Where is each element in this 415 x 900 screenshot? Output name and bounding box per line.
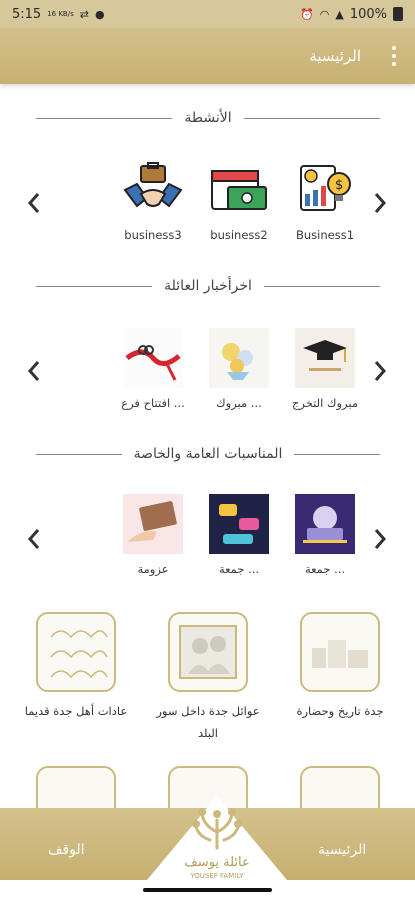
- item-caption: افتتاح فرع ...: [121, 396, 185, 410]
- section-header-activities: الأنشطة: [36, 110, 380, 126]
- item-caption: جمعة ...: [304, 562, 346, 576]
- business-growth-icon: $: [295, 160, 355, 220]
- eid-mubarak-image: [209, 494, 269, 554]
- status-bar: 5:15 16 KB/s ⇄ ● ⏰ ◠ ▲ 100%: [0, 0, 415, 28]
- section-header-occasions: المناسبات العامة والخاصة: [36, 446, 380, 462]
- scroll-left-arrow-icon[interactable]: [24, 356, 44, 386]
- scroll-right-arrow-icon[interactable]: [370, 356, 390, 386]
- invitation-card-image: [123, 494, 183, 554]
- status-time: 5:15: [12, 6, 42, 22]
- battery-level: 100%: [349, 6, 387, 22]
- flowers-image: [209, 328, 269, 388]
- home-indicator[interactable]: [143, 888, 272, 892]
- usb-icon: ⇄: [79, 7, 89, 21]
- alarm-icon: ⏰: [300, 7, 314, 21]
- scroll-left-arrow-icon[interactable]: [24, 524, 44, 554]
- item-caption: جمعة ...: [218, 562, 260, 576]
- overflow-menu-icon[interactable]: [387, 45, 401, 67]
- tile-jeddah-customs[interactable]: عادات أهل جدة قديما: [16, 612, 136, 722]
- news-item-congrats[interactable]: مبروك ...: [198, 328, 280, 410]
- nav-home[interactable]: الرئيسية: [318, 842, 366, 858]
- arabesque-pattern-icon: [36, 612, 116, 692]
- news-item-graduation[interactable]: مبروك التخرج: [284, 328, 366, 410]
- scroll-left-arrow-icon[interactable]: [24, 188, 44, 218]
- scroll-right-arrow-icon[interactable]: [370, 524, 390, 554]
- app-notification-icon: ●: [94, 7, 105, 21]
- occasion-item-gathering[interactable]: جمعة ...: [284, 494, 366, 576]
- logo-arabic-text: عائلة يوسف: [184, 855, 249, 870]
- signal-icon: ▲: [335, 7, 344, 21]
- item-caption: مبروك التخرج: [291, 396, 359, 410]
- calendar-money-icon: [209, 160, 269, 220]
- section-header-family-news: اخرأخبار العائلة: [36, 278, 381, 294]
- page-title: الرئيسية: [309, 47, 361, 65]
- graduation-cap-image: [295, 328, 355, 388]
- occasion-item-eid[interactable]: جمعة ...: [198, 494, 280, 576]
- tile-jeddah-families[interactable]: عوائل جدة داخل سور البلد: [148, 612, 268, 744]
- ribbon-cutting-image: [123, 328, 183, 388]
- svg-text:$: $: [335, 178, 343, 193]
- family-logo[interactable]: عائلة يوسف YOUSEF FAMILY: [142, 790, 292, 886]
- item-caption: مبروك ...: [216, 396, 262, 410]
- section-title: الأنشطة: [184, 110, 232, 126]
- occasion-item-invitation[interactable]: عزومة: [112, 494, 194, 576]
- net-speed: 16 KB/s: [47, 10, 74, 18]
- scroll-right-arrow-icon[interactable]: [370, 188, 390, 218]
- item-caption: business2: [210, 228, 268, 242]
- item-caption: business3: [124, 228, 182, 242]
- tile-jeddah-history[interactable]: جدة تاريخ وحضارة: [280, 612, 400, 722]
- wifi-icon: ◠: [319, 7, 330, 21]
- activity-item-business3[interactable]: business3: [112, 160, 194, 242]
- section-title: اخرأخبار العائلة: [164, 278, 252, 294]
- activity-item-business1[interactable]: $ Business1: [284, 160, 366, 242]
- family-portrait-icon: [168, 612, 248, 692]
- handshake-icon: [123, 160, 183, 220]
- gesture-bar: [0, 880, 415, 900]
- logo-latin-text: YOUSEF FAMILY: [189, 872, 244, 880]
- battery-icon: [393, 7, 403, 21]
- item-caption: عزومة: [137, 562, 169, 576]
- news-item-branch-opening[interactable]: افتتاح فرع ...: [112, 328, 194, 410]
- tile-caption: جدة تاريخ وحضارة: [296, 704, 384, 718]
- activity-item-business2[interactable]: business2: [198, 160, 280, 242]
- tile-caption: عادات أهل جدة قديما: [24, 704, 128, 718]
- laptop-gathering-image: [295, 494, 355, 554]
- city-buildings-icon: [300, 612, 380, 692]
- nav-waqf[interactable]: الوقف: [48, 842, 85, 858]
- tile-caption: عوائل جدة داخل سور البلد: [156, 704, 260, 740]
- section-title: المناسبات العامة والخاصة: [133, 446, 283, 462]
- item-caption: Business1: [295, 228, 355, 242]
- app-bar: الرئيسية: [0, 28, 415, 84]
